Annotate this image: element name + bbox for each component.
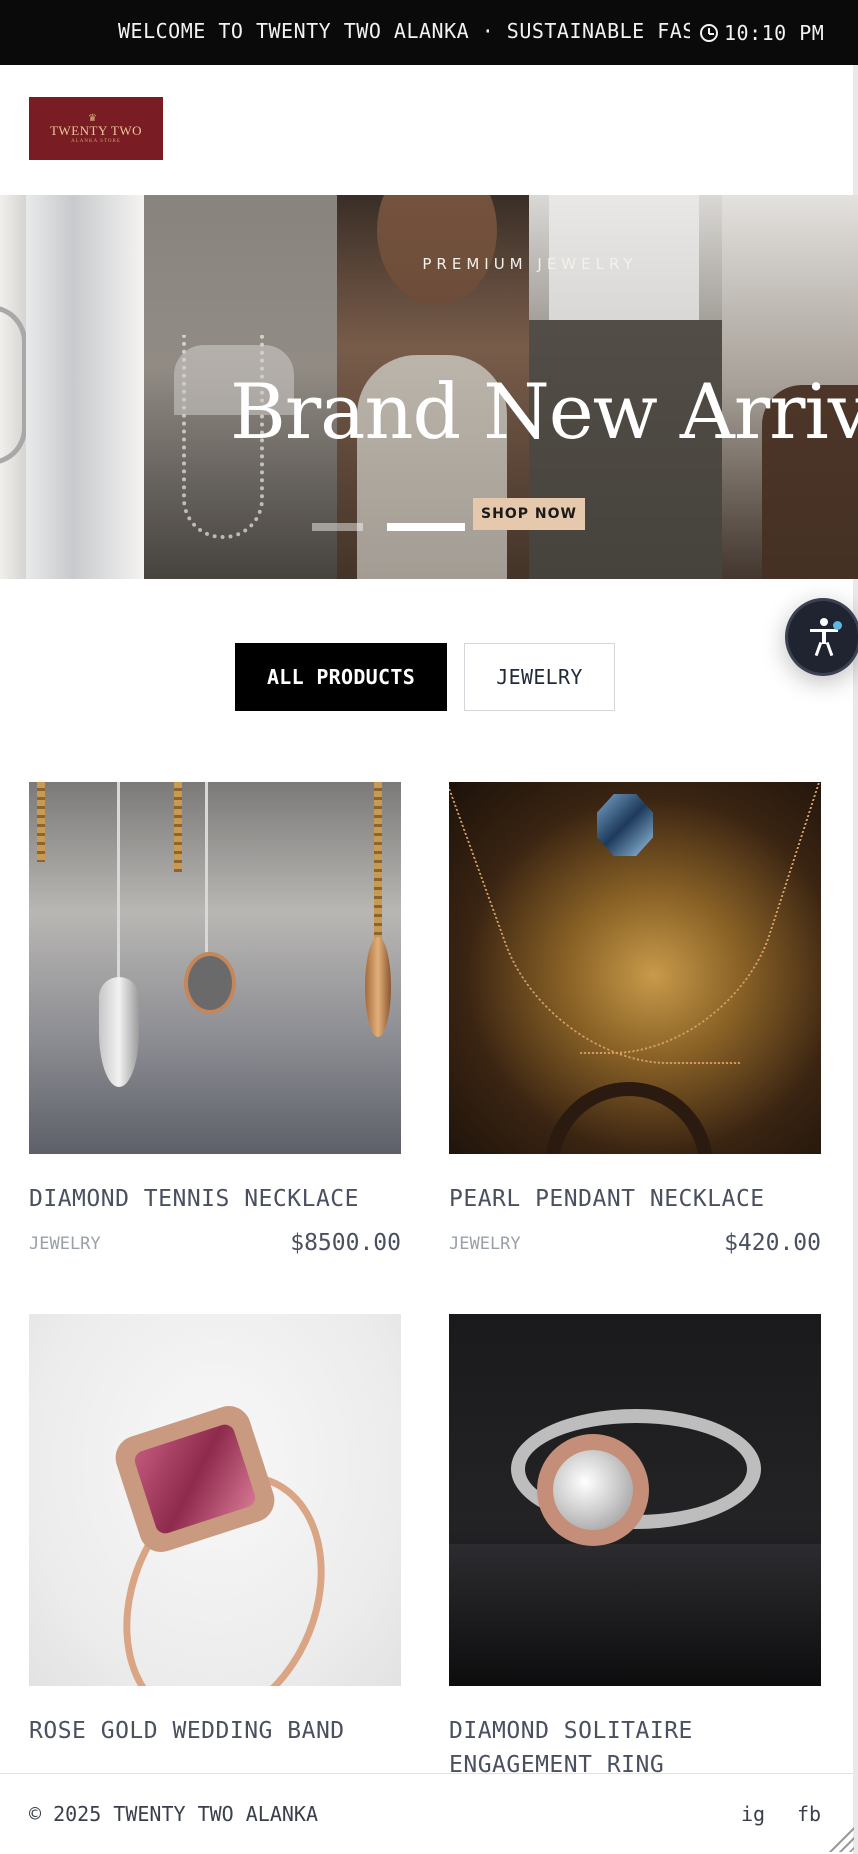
ring-image-peek bbox=[0, 305, 27, 465]
product-category: JEWELRY bbox=[29, 1234, 101, 1254]
product-image[interactable] bbox=[29, 782, 401, 1154]
product-price: $8500.00 bbox=[290, 1230, 401, 1256]
announcement-bar: WELCOME TO TWENTY TWO ALANKA · SUSTAINAB… bbox=[0, 0, 858, 65]
product-title[interactable]: ROSE GOLD WEDDING BAND bbox=[29, 1714, 401, 1748]
carousel-dot-1[interactable] bbox=[312, 523, 363, 531]
product-title[interactable]: DIAMOND TENNIS NECKLACE bbox=[29, 1182, 401, 1216]
product-card[interactable]: DIAMOND SOLITAIRE ENGAGEMENT RING bbox=[449, 1314, 821, 1778]
brand-logo[interactable]: ♛ TWENTY TWO ALANKA STORE bbox=[29, 97, 163, 160]
announcement-text: WELCOME TO TWENTY TWO ALANKA · SUSTAINAB… bbox=[118, 19, 690, 43]
product-image[interactable] bbox=[29, 1314, 401, 1686]
hero-banner[interactable]: PREMIUM JEWELRY Brand New Arrival SHOP N… bbox=[0, 195, 858, 579]
footer-copyright: © 2025 TWENTY TWO ALANKA bbox=[29, 1802, 318, 1826]
hero-prev-slide-peek bbox=[0, 195, 27, 579]
product-card[interactable]: ROSE GOLD WEDDING BAND bbox=[29, 1314, 401, 1774]
product-image[interactable] bbox=[449, 1314, 821, 1686]
shop-now-button[interactable]: SHOP NOW bbox=[473, 498, 585, 530]
facebook-link[interactable]: fb bbox=[797, 1802, 821, 1826]
carousel-dot-2[interactable] bbox=[387, 523, 465, 531]
hero-eyebrow: PREMIUM JEWELRY bbox=[422, 255, 638, 273]
accessibility-button[interactable] bbox=[785, 598, 858, 676]
product-image[interactable] bbox=[449, 782, 821, 1154]
product-category: JEWELRY bbox=[449, 1234, 521, 1254]
accessibility-status-dot bbox=[833, 621, 842, 630]
clock-icon bbox=[700, 24, 718, 42]
hero-headline: Brand New Arrival bbox=[230, 367, 858, 456]
product-title[interactable]: PEARL PENDANT NECKLACE bbox=[449, 1182, 821, 1216]
filter-all-products[interactable]: ALL PRODUCTS bbox=[235, 643, 447, 711]
status-time: 10:10 PM bbox=[724, 21, 825, 45]
logo-wordmark: TWENTY TWO bbox=[49, 123, 142, 138]
instagram-link[interactable]: ig bbox=[741, 1802, 765, 1826]
site-footer: © 2025 TWENTY TWO ALANKA ig fb bbox=[0, 1773, 853, 1854]
product-card[interactable]: DIAMOND TENNIS NECKLACE JEWELRY $8500.00 bbox=[29, 782, 401, 1282]
status-clock: 10:10 PM bbox=[700, 19, 824, 47]
filter-jewelry[interactable]: JEWELRY bbox=[464, 643, 615, 711]
product-price: $420.00 bbox=[724, 1230, 821, 1256]
logo-tagline: ALANKA STORE bbox=[71, 139, 121, 144]
product-card[interactable]: PEARL PENDANT NECKLACE JEWELRY $420.00 bbox=[449, 782, 821, 1282]
product-title[interactable]: DIAMOND SOLITAIRE ENGAGEMENT RING bbox=[449, 1714, 821, 1782]
hero-blur-strip bbox=[26, 195, 144, 579]
